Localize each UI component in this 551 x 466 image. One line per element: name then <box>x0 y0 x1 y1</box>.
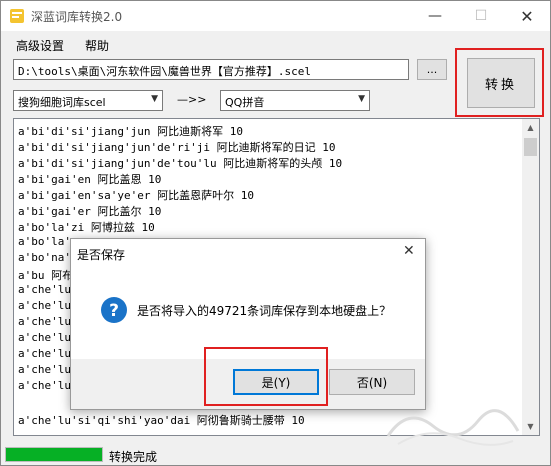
list-item: a'che'lu' <box>18 379 78 392</box>
source-format-select[interactable]: 搜狗细胞词库scel ▼ <box>13 90 163 111</box>
target-format-value: QQ拼音 <box>225 96 265 109</box>
chevron-down-icon: ▼ <box>358 94 365 104</box>
highlight-box-yes <box>204 347 328 406</box>
close-button[interactable]: ✕ <box>504 1 550 31</box>
list-scrollbar[interactable]: ▲ ▼ <box>522 119 539 435</box>
list-item: a'che'lu' <box>18 283 78 296</box>
list-item: a'bi'di'si'jiang'jun'de'tou'lu 阿比迪斯将军的头颅… <box>18 157 343 170</box>
dialog-close-button[interactable]: ✕ <box>403 243 415 259</box>
list-item: a'bi'di'si'jiang'jun 阿比迪斯将军 10 <box>18 125 243 138</box>
progress-fill <box>6 448 102 461</box>
no-button[interactable]: 否(N) <box>329 369 415 395</box>
list-item: a'bo'la'z <box>18 235 78 248</box>
source-format-value: 搜狗细胞词库scel <box>18 96 106 109</box>
progress-bar <box>5 447 103 462</box>
list-item: a'che'lu' <box>18 347 78 360</box>
minimize-button[interactable]: — <box>412 1 458 31</box>
scroll-up-icon[interactable]: ▲ <box>522 119 539 136</box>
title-bar: 深蓝词库转换2.0 — ☐ ✕ <box>1 1 550 31</box>
list-item: a'bi'gai'er 阿比盖尔 10 <box>18 205 162 218</box>
browse-button[interactable]: ... <box>417 59 447 80</box>
list-item: a'che'lu' <box>18 331 78 344</box>
window-title: 深蓝词库转换2.0 <box>31 10 123 24</box>
list-item: a'che'lu' <box>18 315 78 328</box>
maximize-button[interactable]: ☐ <box>458 1 504 31</box>
target-format-select[interactable]: QQ拼音 ▼ <box>220 90 370 111</box>
format-arrow-label: —>> <box>177 93 207 106</box>
file-path-input[interactable]: D:\tools\桌面\河东软件园\魔兽世界【官方推荐】.scel <box>13 59 409 80</box>
list-item: a'che'lu' <box>18 299 78 312</box>
list-item: a'che'lu' <box>18 363 78 376</box>
menu-help[interactable]: 帮助 <box>85 37 109 54</box>
dialog-message: 是否将导入的49721条词库保存到本地硬盘上？ <box>137 304 392 318</box>
list-item: a'bu 阿布 <box>18 269 74 282</box>
list-item: a'che'lu'si'qi'shi'yao'dai 阿彻鲁斯骑士腰带 10 <box>18 414 305 427</box>
list-item: a'bi'gai'en'sa'ye'er 阿比盖恩萨叶尔 10 <box>18 189 254 202</box>
scroll-thumb[interactable] <box>524 138 537 156</box>
list-item: a'bo'la'zi 阿博拉兹 10 <box>18 221 155 234</box>
status-text: 转换完成 <box>109 450 158 464</box>
app-icon <box>10 9 24 23</box>
list-item: a'bi'di'si'jiang'jun'de'ri'ji 阿比迪斯将军的日记 … <box>18 141 336 154</box>
menu-advanced-settings[interactable]: 高级设置 <box>16 37 64 54</box>
list-item: a'bo'na's <box>18 251 78 264</box>
chevron-down-icon: ▼ <box>151 94 158 104</box>
dialog-title: 是否保存 <box>77 248 126 262</box>
svg-text:?: ? <box>109 301 119 321</box>
question-icon: ? <box>101 297 127 323</box>
highlight-box-convert <box>455 48 544 117</box>
list-item: a'bi'gai'en 阿比盖恩 10 <box>18 173 162 186</box>
watermark-logo <box>386 409 520 446</box>
